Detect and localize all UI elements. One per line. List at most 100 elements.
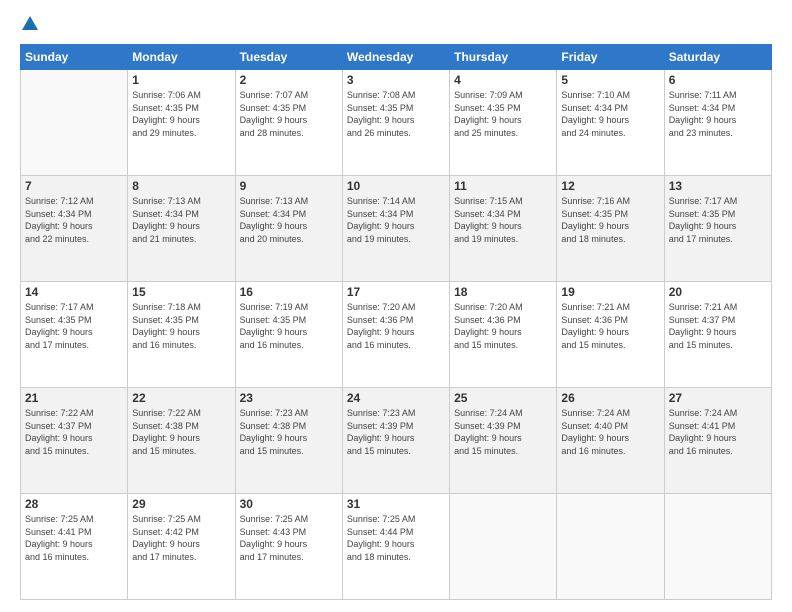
calendar-cell: 4 Sunrise: 7:09 AM Sunset: 4:35 PM Daylig…	[450, 70, 557, 176]
day-number: 17	[347, 285, 445, 299]
day-number: 5	[561, 73, 659, 87]
calendar-cell: 7Sunrise: 7:12 AM Sunset: 4:34 PM Daylig…	[21, 176, 128, 282]
day-number: 22	[132, 391, 230, 405]
day-number: 26	[561, 391, 659, 405]
calendar-cell: 23 Sunrise: 7:23 AM Sunset: 4:38 PM Dayli…	[235, 388, 342, 494]
header	[20, 16, 772, 34]
day-number: 29	[132, 497, 230, 511]
day-info: Sunrise: 7:24 AM Sunset: 4:39 PM Dayligh…	[454, 407, 552, 457]
day-number: 21	[25, 391, 123, 405]
calendar-cell	[21, 70, 128, 176]
calendar-cell: 25 Sunrise: 7:24 AM Sunset: 4:39 PM Dayli…	[450, 388, 557, 494]
day-info: Sunrise: 7:08 AM Sunset: 4:35 PM Dayligh…	[347, 89, 445, 139]
calendar-cell: 5 Sunrise: 7:10 AM Sunset: 4:34 PM Daylig…	[557, 70, 664, 176]
calendar-table: SundayMondayTuesdayWednesdayThursdayFrid…	[20, 44, 772, 600]
day-number: 10	[347, 179, 445, 193]
day-info: Sunrise: 7:25 AM Sunset: 4:44 PM Dayligh…	[347, 513, 445, 563]
calendar-cell: 3 Sunrise: 7:08 AM Sunset: 4:35 PM Daylig…	[342, 70, 449, 176]
day-info: Sunrise: 7:15 AM Sunset: 4:34 PM Dayligh…	[454, 195, 552, 245]
day-info: Sunrise: 7:20 AM Sunset: 4:36 PM Dayligh…	[347, 301, 445, 351]
calendar-cell: 12 Sunrise: 7:16 AM Sunset: 4:35 PM Dayli…	[557, 176, 664, 282]
calendar-cell: 30 Sunrise: 7:25 AM Sunset: 4:43 PM Dayli…	[235, 494, 342, 600]
day-info: Sunrise: 7:16 AM Sunset: 4:35 PM Dayligh…	[561, 195, 659, 245]
column-header-monday: Monday	[128, 45, 235, 70]
day-number: 16	[240, 285, 338, 299]
day-number: 30	[240, 497, 338, 511]
day-info: Sunrise: 7:14 AM Sunset: 4:34 PM Dayligh…	[347, 195, 445, 245]
day-info: Sunrise: 7:13 AM Sunset: 4:34 PM Dayligh…	[240, 195, 338, 245]
calendar-cell: 26 Sunrise: 7:24 AM Sunset: 4:40 PM Dayli…	[557, 388, 664, 494]
calendar-page: SundayMondayTuesdayWednesdayThursdayFrid…	[0, 0, 792, 612]
day-info: Sunrise: 7:23 AM Sunset: 4:39 PM Dayligh…	[347, 407, 445, 457]
day-info: Sunrise: 7:23 AM Sunset: 4:38 PM Dayligh…	[240, 407, 338, 457]
calendar-cell: 9 Sunrise: 7:13 AM Sunset: 4:34 PM Daylig…	[235, 176, 342, 282]
day-number: 15	[132, 285, 230, 299]
calendar-cell: 31 Sunrise: 7:25 AM Sunset: 4:44 PM Dayli…	[342, 494, 449, 600]
logo	[20, 16, 38, 34]
day-info: Sunrise: 7:07 AM Sunset: 4:35 PM Dayligh…	[240, 89, 338, 139]
day-info: Sunrise: 7:24 AM Sunset: 4:40 PM Dayligh…	[561, 407, 659, 457]
day-info: Sunrise: 7:18 AM Sunset: 4:35 PM Dayligh…	[132, 301, 230, 351]
calendar-cell: 19 Sunrise: 7:21 AM Sunset: 4:36 PM Dayli…	[557, 282, 664, 388]
calendar-cell: 22 Sunrise: 7:22 AM Sunset: 4:38 PM Dayli…	[128, 388, 235, 494]
day-info: Sunrise: 7:09 AM Sunset: 4:35 PM Dayligh…	[454, 89, 552, 139]
calendar-cell: 21 Sunrise: 7:22 AM Sunset: 4:37 PM Dayli…	[21, 388, 128, 494]
day-number: 4	[454, 73, 552, 87]
day-info: Sunrise: 7:21 AM Sunset: 4:37 PM Dayligh…	[669, 301, 767, 351]
logo-triangle-icon	[22, 16, 38, 30]
calendar-cell: 13 Sunrise: 7:17 AM Sunset: 4:35 PM Dayli…	[664, 176, 771, 282]
day-number: 28	[25, 497, 123, 511]
calendar-cell	[664, 494, 771, 600]
column-header-tuesday: Tuesday	[235, 45, 342, 70]
column-header-saturday: Saturday	[664, 45, 771, 70]
day-info: Sunrise: 7:13 AM Sunset: 4:34 PM Dayligh…	[132, 195, 230, 245]
day-number: 2	[240, 73, 338, 87]
calendar-cell: 16Sunrise: 7:19 AM Sunset: 4:35 PM Dayli…	[235, 282, 342, 388]
day-number: 12	[561, 179, 659, 193]
day-number: 13	[669, 179, 767, 193]
column-header-wednesday: Wednesday	[342, 45, 449, 70]
calendar-week-row: 1Sunrise: 7:06 AM Sunset: 4:35 PM Daylig…	[21, 70, 772, 176]
calendar-cell: 27 Sunrise: 7:24 AM Sunset: 4:41 PM Dayli…	[664, 388, 771, 494]
day-number: 3	[347, 73, 445, 87]
day-info: Sunrise: 7:22 AM Sunset: 4:37 PM Dayligh…	[25, 407, 123, 457]
calendar-cell: 15 Sunrise: 7:18 AM Sunset: 4:35 PM Dayli…	[128, 282, 235, 388]
calendar-cell: 28Sunrise: 7:25 AM Sunset: 4:41 PM Dayli…	[21, 494, 128, 600]
calendar-week-row: 21 Sunrise: 7:22 AM Sunset: 4:37 PM Dayli…	[21, 388, 772, 494]
day-number: 20	[669, 285, 767, 299]
day-info: Sunrise: 7:21 AM Sunset: 4:36 PM Dayligh…	[561, 301, 659, 351]
day-info: Sunrise: 7:25 AM Sunset: 4:43 PM Dayligh…	[240, 513, 338, 563]
day-number: 23	[240, 391, 338, 405]
column-header-friday: Friday	[557, 45, 664, 70]
calendar-cell: 8Sunrise: 7:13 AM Sunset: 4:34 PM Daylig…	[128, 176, 235, 282]
calendar-header-row: SundayMondayTuesdayWednesdayThursdayFrid…	[21, 45, 772, 70]
day-info: Sunrise: 7:22 AM Sunset: 4:38 PM Dayligh…	[132, 407, 230, 457]
calendar-cell	[450, 494, 557, 600]
day-info: Sunrise: 7:11 AM Sunset: 4:34 PM Dayligh…	[669, 89, 767, 139]
calendar-cell: 29 Sunrise: 7:25 AM Sunset: 4:42 PM Dayli…	[128, 494, 235, 600]
day-info: Sunrise: 7:25 AM Sunset: 4:42 PM Dayligh…	[132, 513, 230, 563]
calendar-cell: 6 Sunrise: 7:11 AM Sunset: 4:34 PM Daylig…	[664, 70, 771, 176]
day-number: 1	[132, 73, 230, 87]
calendar-cell: 1Sunrise: 7:06 AM Sunset: 4:35 PM Daylig…	[128, 70, 235, 176]
day-number: 11	[454, 179, 552, 193]
column-header-sunday: Sunday	[21, 45, 128, 70]
day-info: Sunrise: 7:10 AM Sunset: 4:34 PM Dayligh…	[561, 89, 659, 139]
day-number: 27	[669, 391, 767, 405]
calendar-cell: 11 Sunrise: 7:15 AM Sunset: 4:34 PM Dayli…	[450, 176, 557, 282]
day-number: 9	[240, 179, 338, 193]
day-number: 6	[669, 73, 767, 87]
day-number: 31	[347, 497, 445, 511]
calendar-week-row: 7Sunrise: 7:12 AM Sunset: 4:34 PM Daylig…	[21, 176, 772, 282]
day-number: 25	[454, 391, 552, 405]
day-info: Sunrise: 7:12 AM Sunset: 4:34 PM Dayligh…	[25, 195, 123, 245]
day-number: 18	[454, 285, 552, 299]
column-header-thursday: Thursday	[450, 45, 557, 70]
day-info: Sunrise: 7:17 AM Sunset: 4:35 PM Dayligh…	[25, 301, 123, 351]
day-info: Sunrise: 7:17 AM Sunset: 4:35 PM Dayligh…	[669, 195, 767, 245]
calendar-cell: 10 Sunrise: 7:14 AM Sunset: 4:34 PM Dayli…	[342, 176, 449, 282]
calendar-cell: 14 Sunrise: 7:17 AM Sunset: 4:35 PM Dayli…	[21, 282, 128, 388]
day-info: Sunrise: 7:24 AM Sunset: 4:41 PM Dayligh…	[669, 407, 767, 457]
day-number: 19	[561, 285, 659, 299]
day-number: 14	[25, 285, 123, 299]
